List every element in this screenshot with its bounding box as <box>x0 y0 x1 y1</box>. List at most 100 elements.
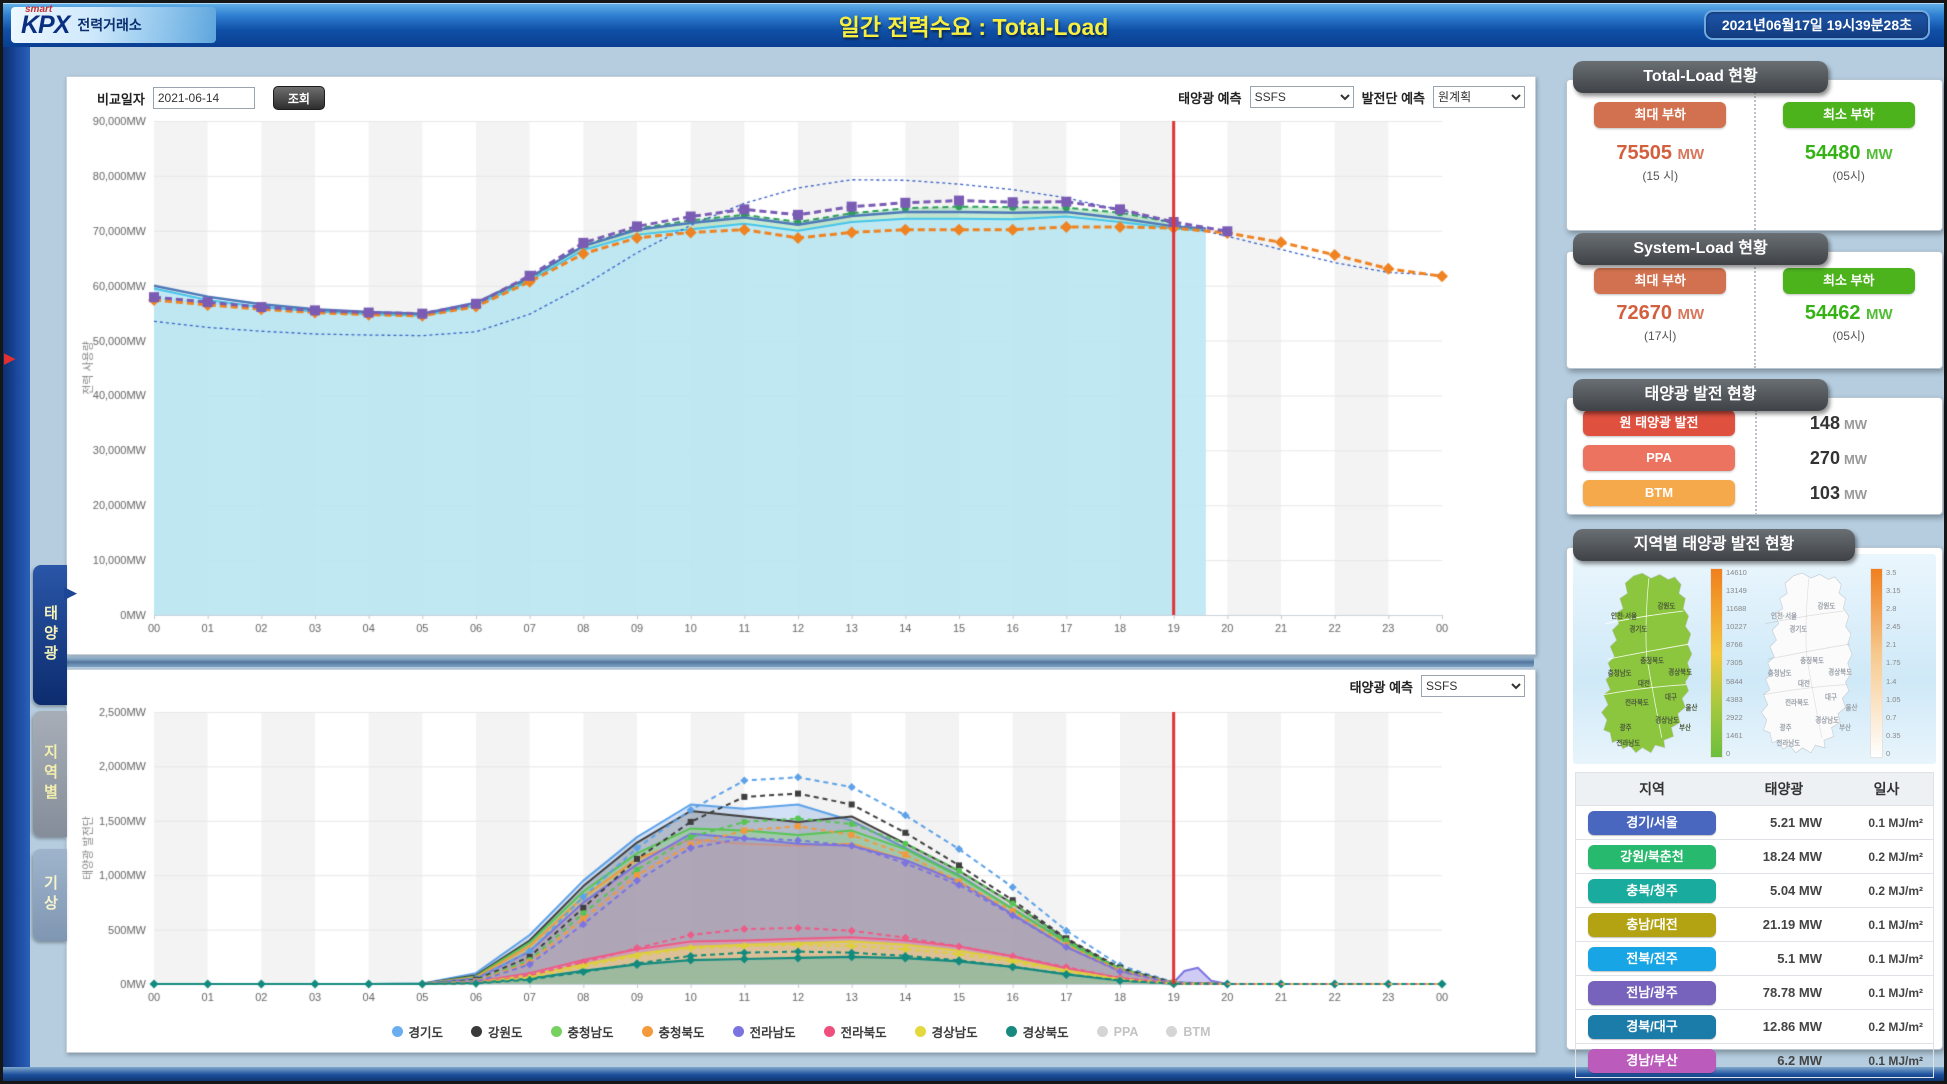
legend-item[interactable]: 전라남도 <box>733 1022 796 1041</box>
legend-item[interactable]: PPA <box>1097 1022 1139 1041</box>
province-label: 전라북도 <box>1625 697 1649 707</box>
system-load-card: 최대 부하 72670 MW (17시) 최소 부하 54462 MW (05시… <box>1566 251 1943 369</box>
scale-tick-label: 4383 <box>1726 695 1752 704</box>
compare-date-controls: 비교일자 조회 <box>97 86 325 110</box>
province-label: 충청북도 <box>1800 655 1824 665</box>
legend-label: 전라남도 <box>750 1022 796 1041</box>
scale-tick-label: 3.5 <box>1886 568 1912 577</box>
table-row: 경남/부산 6.2 MW 0.1 MJ/m² <box>1576 1044 1933 1078</box>
legend-label: 경상북도 <box>1023 1022 1069 1041</box>
legend-item[interactable]: 경기도 <box>392 1022 444 1041</box>
legend-dot-icon <box>915 1026 926 1037</box>
regional-solar-card: 강원도인천·서울경기도충청북도충청남도대전경상북도대구전라북도울산경상남도광주부… <box>1566 547 1943 1050</box>
legend-dot-icon <box>824 1026 835 1037</box>
system-load-max-col: 최대 부하 72670 MW (17시) <box>1567 252 1756 368</box>
min-load-badge: 최소 부하 <box>1783 102 1915 128</box>
legend-item[interactable]: 충청북도 <box>642 1022 705 1041</box>
province-label: 전라남도 <box>1616 738 1640 748</box>
legend-dot-icon <box>551 1026 562 1037</box>
system-min-load-time: (05시) <box>1833 327 1865 344</box>
legend: 경기도 강원도 충청남도 충청북도 전라남도 전라북도 경상남도 경상북도 PPA BTM <box>67 1022 1535 1041</box>
total-load-chart-canvas <box>70 113 1530 649</box>
legend-item[interactable]: 강원도 <box>471 1022 523 1041</box>
legend-label: 충청남도 <box>568 1022 614 1041</box>
compare-date-label: 비교일자 <box>97 89 145 108</box>
province-label: 대전 <box>1798 678 1810 688</box>
scale-tick-label: 3.15 <box>1886 586 1912 595</box>
ppa-value: 270MW <box>1735 448 1942 469</box>
left-nav-strip <box>3 47 30 1067</box>
province-label: 부산 <box>1839 723 1851 733</box>
scale-tick-label: 2.45 <box>1886 622 1912 631</box>
legend-item[interactable]: 충청남도 <box>551 1022 614 1041</box>
province-label: 부산 <box>1679 723 1691 733</box>
korea-map-insolation: 강원도인천·서울경기도충청북도충청남도대전경상북도대구전라북도울산경상남도광주부… <box>1757 568 1865 758</box>
max-load-time: (15 시) <box>1642 167 1678 184</box>
scale-tick-label: 13149 <box>1726 586 1752 595</box>
total-load-min-col: 최소 부하 54480 MW (05시) <box>1756 80 1943 230</box>
legend-label: PPA <box>1114 1025 1139 1039</box>
solar-total-value: 148MW <box>1735 413 1942 434</box>
solar-value: 18.24 MW <box>1728 849 1840 864</box>
scale-tick-label: 7305 <box>1726 658 1752 667</box>
legend-item[interactable]: 경상북도 <box>1006 1022 1069 1041</box>
province-label: 경기도 <box>1789 624 1807 634</box>
region-badge: 경북/대구 <box>1588 1015 1716 1039</box>
insolation-value: 0.1 MJ/m² <box>1840 986 1933 1000</box>
solar-forecast-select[interactable]: SSFS <box>1250 86 1354 108</box>
legend-label: 전라북도 <box>841 1022 887 1041</box>
table-row: 전북/전주 5.1 MW 0.1 MJ/m² <box>1576 942 1933 976</box>
legend-dot-icon <box>642 1026 653 1037</box>
system-load-min-col: 최소 부하 54462 MW (05시) <box>1756 252 1943 368</box>
legend-dot-icon <box>392 1026 403 1037</box>
korea-maps: 강원도인천·서울경기도충청북도충청남도대전경상북도대구전라북도울산경상남도광주부… <box>1573 554 1936 764</box>
solar-status-card: 원 태양광 발전 148MW PPA 270MW BTM 103MW <box>1566 397 1943 515</box>
solar-forecast-controls-bottom: 태양광 예측 SSFS <box>1350 675 1525 697</box>
province-label: 대전 <box>1638 678 1650 688</box>
tab-solar[interactable]: 태양광 <box>33 565 67 705</box>
province-label: 충청남도 <box>1608 668 1632 678</box>
ppa-badge: PPA <box>1583 445 1735 471</box>
gen-forecast-select[interactable]: 원계획 <box>1433 86 1525 108</box>
scale-tick-label: 8766 <box>1726 640 1752 649</box>
solar-status-row: BTM 103MW <box>1583 480 1942 506</box>
legend-label: 경기도 <box>409 1022 444 1041</box>
dotted-divider <box>1755 410 1757 515</box>
compare-date-input[interactable] <box>153 87 255 109</box>
legend-label: 강원도 <box>488 1022 523 1041</box>
total-load-chart-panel: 비교일자 조회 태양광 예측 SSFS 발전단 예측 원계획 <box>66 76 1536 655</box>
max-load-badge: 최대 부하 <box>1594 102 1726 128</box>
solar-value: 21.19 MW <box>1728 917 1840 932</box>
scale-tick-label: 0 <box>1886 749 1912 758</box>
legend-item[interactable]: BTM <box>1166 1022 1210 1041</box>
system-max-load-time: (17시) <box>1644 327 1676 344</box>
solar-forecast-select-bottom[interactable]: SSFS <box>1421 675 1525 697</box>
table-row: 경기/서울 5.21 MW 0.1 MJ/m² <box>1576 806 1933 840</box>
scale-tick-label: 1.75 <box>1886 658 1912 667</box>
left-expand-arrow-icon[interactable]: ▶ <box>4 349 16 367</box>
tab-weather[interactable]: 기상 <box>33 849 67 941</box>
scale-tick-label: 1461 <box>1726 731 1752 740</box>
generation-color-scale: 1461013149116881022787667305584443832922… <box>1710 568 1752 758</box>
solar-value: 6.2 MW <box>1728 1053 1840 1068</box>
scale-tick-label: 2922 <box>1726 713 1752 722</box>
col-region: 지역 <box>1576 779 1728 799</box>
insolation-value: 0.2 MJ/m² <box>1840 1020 1933 1034</box>
province-label: 전라북도 <box>1785 697 1809 707</box>
province-label: 충청북도 <box>1640 655 1664 665</box>
search-button[interactable]: 조회 <box>273 86 325 110</box>
tab-regional[interactable]: 지역별 <box>33 711 67 837</box>
scale-tick-label: 10227 <box>1726 622 1752 631</box>
province-label: 전라남도 <box>1776 738 1800 748</box>
scale-tick-label: 1.05 <box>1886 695 1912 704</box>
legend-dot-icon <box>471 1026 482 1037</box>
legend-item[interactable]: 전라북도 <box>824 1022 887 1041</box>
region-badge: 전남/광주 <box>1588 981 1716 1005</box>
total-load-max-col: 최대 부하 75505 MW (15 시) <box>1567 80 1756 230</box>
forecast-controls: 태양광 예측 SSFS 발전단 예측 원계획 <box>1178 86 1525 108</box>
region-badge: 강원/북춘천 <box>1588 845 1716 869</box>
kpx-logo-mark: smart KPX <box>21 13 69 38</box>
legend-item[interactable]: 경상남도 <box>915 1022 978 1041</box>
insolation-value: 0.1 MJ/m² <box>1840 1054 1933 1068</box>
legend-label: 충청북도 <box>659 1022 705 1041</box>
